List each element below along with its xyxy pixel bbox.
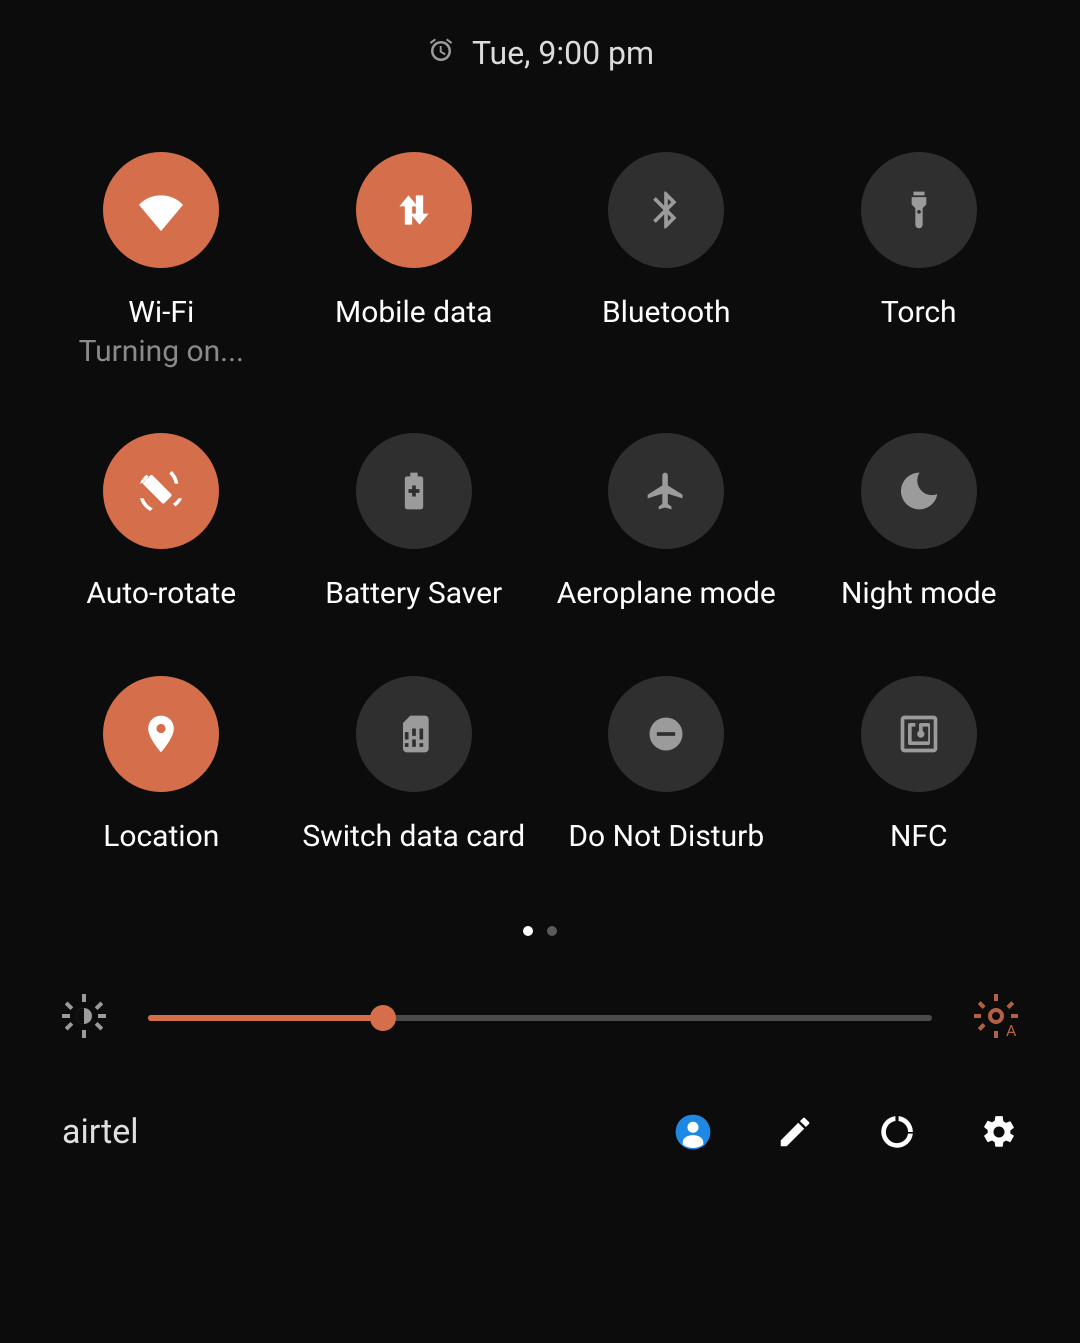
tile-wifi[interactable]: Wi-FiTurning on... [40, 152, 283, 369]
edit-icon[interactable] [776, 1113, 814, 1151]
pin-icon[interactable] [103, 676, 219, 792]
tile-auto-rotate[interactable]: Auto-rotate [40, 433, 283, 613]
svg-text:A: A [1006, 1021, 1017, 1040]
alarm-icon [426, 36, 456, 70]
data-usage-icon[interactable] [878, 1113, 916, 1151]
tile-mobile-data[interactable]: Mobile data [293, 152, 536, 369]
airplane-icon[interactable] [608, 433, 724, 549]
tile-label: Bluetooth [602, 294, 731, 332]
status-bar: Tue, 9:00 pm [20, 34, 1060, 72]
sim-icon[interactable] [356, 676, 472, 792]
carrier-label: airtel [62, 1112, 674, 1152]
settings-icon[interactable] [980, 1113, 1018, 1151]
tile-label: Battery Saver [325, 575, 502, 613]
brightness-thumb[interactable] [370, 1005, 396, 1031]
tile-battery-saver[interactable]: Battery Saver [293, 433, 536, 613]
tile-nfc[interactable]: NFC [798, 676, 1041, 856]
brightness-row: A [20, 992, 1060, 1044]
brightness-slider[interactable] [148, 1006, 932, 1030]
tile-label: Auto-rotate [86, 575, 236, 613]
tile-bluetooth[interactable]: Bluetooth [545, 152, 788, 369]
tile-label: Night mode [841, 575, 997, 613]
tile-torch[interactable]: Torch [798, 152, 1041, 369]
footer-icons [674, 1113, 1018, 1151]
tile-location[interactable]: Location [40, 676, 283, 856]
page-indicator [20, 926, 1060, 936]
footer-bar: airtel [20, 1112, 1060, 1152]
data-arrows-icon[interactable] [356, 152, 472, 268]
page-dot-1[interactable] [547, 926, 557, 936]
brightness-low-icon [60, 992, 108, 1044]
quick-settings-panel: Tue, 9:00 pm Wi-FiTurning on... Mobile da… [0, 0, 1080, 1343]
torch-icon[interactable] [861, 152, 977, 268]
tile-dnd[interactable]: Do Not Disturb [545, 676, 788, 856]
tile-label: Wi-Fi [128, 294, 194, 332]
rotate-icon[interactable] [103, 433, 219, 549]
tile-aeroplane[interactable]: Aeroplane mode [545, 433, 788, 613]
tile-night-mode[interactable]: Night mode [798, 433, 1041, 613]
tile-label: Torch [881, 294, 957, 332]
status-time: Tue, 9:00 pm [472, 34, 654, 72]
tile-sublabel: Turning on... [79, 334, 244, 369]
battery-plus-icon[interactable] [356, 433, 472, 549]
tile-label: Do Not Disturb [568, 818, 764, 856]
moon-icon[interactable] [861, 433, 977, 549]
page-dot-0[interactable] [523, 926, 533, 936]
dnd-icon[interactable] [608, 676, 724, 792]
auto-brightness-icon[interactable]: A [972, 992, 1020, 1044]
tile-label: Mobile data [335, 294, 492, 332]
nfc-icon[interactable] [861, 676, 977, 792]
tile-label: Location [103, 818, 219, 856]
tile-label: Switch data card [302, 818, 525, 856]
tiles-grid: Wi-FiTurning on... Mobile data Bluetooth To… [20, 152, 1060, 856]
tile-label: Aeroplane mode [557, 575, 776, 613]
tile-label: NFC [890, 818, 948, 856]
user-icon[interactable] [674, 1113, 712, 1151]
tile-switch-data[interactable]: Switch data card [293, 676, 536, 856]
wifi-icon[interactable] [103, 152, 219, 268]
bluetooth-icon[interactable] [608, 152, 724, 268]
